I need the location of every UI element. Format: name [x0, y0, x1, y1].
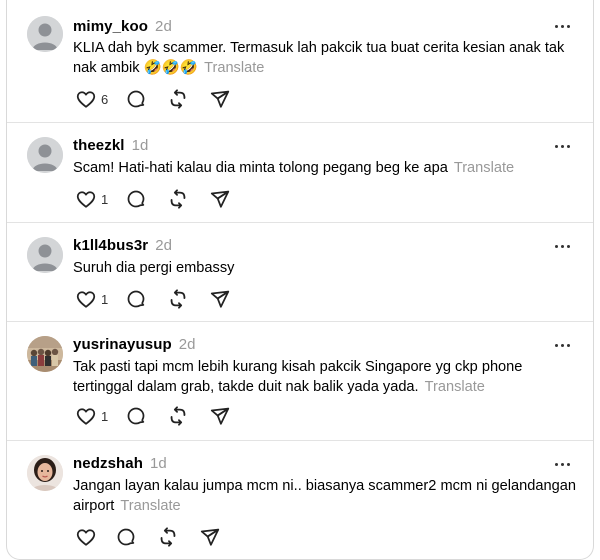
username-text[interactable]: yusrinayusup [73, 336, 172, 353]
username[interactable]: nedzshah 1d [73, 455, 167, 472]
like-button[interactable]: 1 [67, 286, 125, 312]
repost-icon [160, 527, 176, 547]
timestamp: 2d [155, 237, 173, 254]
speech-bubble-icon [127, 290, 145, 308]
username-text[interactable]: nedzshah [73, 455, 143, 472]
repost-icon [170, 189, 186, 209]
username[interactable]: mimy_koo 2d [73, 18, 172, 35]
share-button[interactable] [209, 286, 251, 312]
action-bar: 6 [67, 86, 251, 112]
reply-item: k1ll4bus3r 2d Suruh dia pergi embassy 1 [7, 223, 593, 322]
repost-icon [170, 289, 186, 309]
send-icon [210, 290, 230, 308]
reply-button[interactable] [125, 86, 167, 112]
speech-bubble-icon [127, 407, 145, 425]
default-avatar-icon [27, 237, 63, 273]
action-bar: 1 [67, 186, 251, 212]
reply-button[interactable] [125, 286, 167, 312]
send-icon [210, 190, 230, 208]
reply-body: KLIA dah byk scammer. Termasuk lah pakci… [73, 40, 565, 76]
username[interactable]: yusrinayusup 2d [73, 336, 196, 353]
action-bar: 1 [67, 403, 251, 429]
like-button[interactable]: 1 [67, 403, 125, 429]
reply-item: nedzshah 1d Jangan layan kalau jumpa mcm … [7, 441, 593, 559]
username-text[interactable]: mimy_koo [73, 18, 148, 35]
repost-button[interactable] [167, 186, 209, 212]
repost-button[interactable] [167, 86, 209, 112]
avatar[interactable] [27, 237, 63, 273]
like-count: 1 [101, 408, 109, 424]
reply-button[interactable] [115, 524, 157, 550]
translate-link[interactable]: Translate [120, 498, 180, 514]
reply-item: yusrinayusup 2d Tak pasti tapi mcm lebih … [7, 322, 593, 441]
timestamp: 2d [155, 18, 172, 35]
share-button[interactable] [209, 403, 251, 429]
action-bar [67, 524, 241, 550]
like-count: 1 [101, 191, 109, 207]
heart-icon [76, 529, 96, 546]
translate-link[interactable]: Translate [454, 160, 514, 176]
translate-link[interactable]: Translate [425, 379, 485, 395]
reply-button[interactable] [125, 186, 167, 212]
like-button[interactable]: 6 [67, 86, 125, 112]
more-dots-icon[interactable] [551, 140, 573, 152]
default-avatar-icon [27, 137, 63, 173]
like-count: 1 [101, 291, 109, 307]
heart-icon [76, 408, 96, 425]
more-dots-icon[interactable] [551, 240, 573, 252]
avatar[interactable] [27, 336, 63, 372]
heart-icon [76, 191, 96, 208]
send-icon [210, 90, 230, 108]
replies-panel: mimy_koo 2d KLIA dah byk scammer. Termasu… [6, 0, 594, 560]
send-icon [210, 407, 230, 425]
speech-bubble-icon [127, 90, 145, 108]
more-dots-icon[interactable] [551, 458, 573, 470]
reply-text: Scam! Hati-hati kalau dia minta tolong p… [73, 158, 578, 178]
reply-text: Suruh dia pergi embassy [73, 258, 578, 278]
more-dots-icon[interactable] [551, 20, 573, 32]
avatar[interactable] [27, 455, 63, 491]
more-dots-icon[interactable] [551, 339, 573, 351]
repost-button[interactable] [167, 286, 209, 312]
reply-body: Suruh dia pergi embassy [73, 260, 235, 276]
action-bar: 1 [67, 286, 251, 312]
username-text[interactable]: k1ll4bus3r [73, 237, 148, 254]
heart-icon [76, 91, 96, 108]
username[interactable]: theezkl 1d [73, 137, 148, 154]
reply-text: Jangan layan kalau jumpa mcm ni.. biasan… [73, 476, 578, 516]
repost-icon [170, 89, 186, 109]
repost-button[interactable] [157, 524, 199, 550]
speech-bubble-icon [117, 528, 135, 546]
timestamp: 1d [131, 137, 149, 154]
repost-icon [170, 406, 186, 426]
default-avatar-icon [27, 16, 63, 52]
like-button[interactable] [67, 524, 115, 550]
avatar[interactable] [27, 16, 63, 52]
reply-text: KLIA dah byk scammer. Termasuk lah pakci… [73, 38, 578, 78]
translate-link[interactable]: Translate [204, 60, 264, 76]
share-button[interactable] [199, 524, 241, 550]
timestamp: 1d [149, 455, 167, 472]
reply-item: mimy_koo 2d KLIA dah byk scammer. Termasu… [7, 0, 593, 123]
heart-icon [76, 291, 96, 308]
speech-bubble-icon [127, 190, 145, 208]
username[interactable]: k1ll4bus3r 2d [73, 237, 172, 254]
like-count: 6 [101, 91, 109, 107]
reply-body: Scam! Hati-hati kalau dia minta tolong p… [73, 160, 448, 176]
avatar[interactable] [27, 137, 63, 173]
timestamp: 2d [178, 336, 196, 353]
like-button[interactable]: 1 [67, 186, 125, 212]
share-button[interactable] [209, 86, 251, 112]
send-icon [200, 528, 220, 546]
reply-item: theezkl 1d Scam! Hati-hati kalau dia mint… [7, 123, 593, 223]
reply-text: Tak pasti tapi mcm lebih kurang kisah pa… [73, 357, 578, 397]
portrait-photo-avatar [27, 455, 63, 491]
group-photo-avatar [27, 336, 63, 372]
share-button[interactable] [209, 186, 251, 212]
reply-button[interactable] [125, 403, 167, 429]
username-text[interactable]: theezkl [73, 137, 125, 154]
repost-button[interactable] [167, 403, 209, 429]
